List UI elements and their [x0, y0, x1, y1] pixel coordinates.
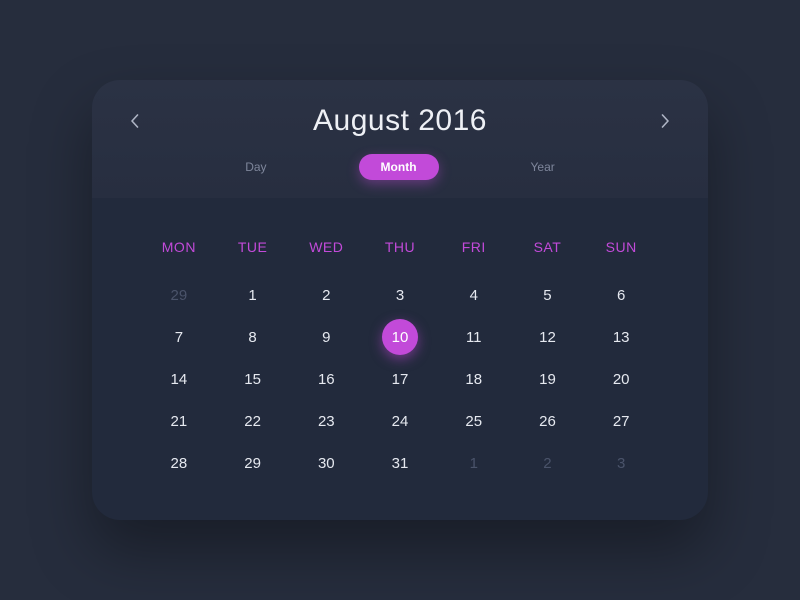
day-cell[interactable]: 19	[511, 358, 585, 400]
day-number: 6	[617, 287, 625, 304]
day-number: 29	[171, 287, 188, 304]
day-number: 9	[322, 329, 330, 346]
weekday-label: WED	[289, 226, 363, 268]
day-cell[interactable]: 31	[363, 442, 437, 484]
month-year-title: August 2016	[313, 104, 487, 138]
day-cell[interactable]: 17	[363, 358, 437, 400]
day-cell[interactable]: 1	[437, 442, 511, 484]
day-number: 3	[396, 287, 404, 304]
weekday-row: MON TUE WED THU FRI SAT SUN	[142, 226, 658, 274]
day-cell[interactable]: 29	[216, 442, 290, 484]
chevron-right-icon	[661, 114, 670, 128]
day-cell[interactable]: 18	[437, 358, 511, 400]
day-cell[interactable]: 15	[216, 358, 290, 400]
day-cell[interactable]: 22	[216, 400, 290, 442]
day-cell[interactable]: 7	[142, 316, 216, 358]
day-number: 19	[539, 371, 556, 388]
day-number: 26	[539, 413, 556, 430]
day-cell[interactable]: 9	[289, 316, 363, 358]
weekday-label: TUE	[216, 226, 290, 268]
view-tabs: Day Month Year	[120, 154, 680, 180]
day-number: 5	[543, 287, 551, 304]
day-number: 27	[613, 413, 630, 430]
day-number: 3	[617, 455, 625, 472]
day-cell[interactable]: 27	[584, 400, 658, 442]
week-row: 7 8 9 10 11 12 13	[142, 316, 658, 358]
day-number: 16	[318, 371, 335, 388]
day-number: 15	[244, 371, 261, 388]
title-row: August 2016	[120, 104, 680, 138]
day-number: 20	[613, 371, 630, 388]
day-number: 2	[322, 287, 330, 304]
day-cell[interactable]: 3	[584, 442, 658, 484]
day-number: 12	[539, 329, 556, 346]
weekday-label: THU	[363, 226, 437, 268]
day-cell[interactable]: 2	[511, 442, 585, 484]
day-cell[interactable]: 23	[289, 400, 363, 442]
day-cell[interactable]: 21	[142, 400, 216, 442]
day-cell[interactable]: 13	[584, 316, 658, 358]
day-number: 7	[175, 329, 183, 346]
day-cell[interactable]: 26	[511, 400, 585, 442]
week-row: 14 15 16 17 18 19 20	[142, 358, 658, 400]
day-cell-selected[interactable]: 10	[363, 316, 437, 358]
calendar-grid: MON TUE WED THU FRI SAT SUN 291234567891…	[92, 198, 708, 520]
day-number: 24	[392, 413, 409, 430]
day-number: 31	[392, 455, 409, 472]
day-cell[interactable]: 1	[216, 274, 290, 316]
day-number: 25	[465, 413, 482, 430]
day-number: 21	[171, 413, 188, 430]
day-cell[interactable]: 29	[142, 274, 216, 316]
day-cell[interactable]: 11	[437, 316, 511, 358]
weekday-label: SAT	[511, 226, 585, 268]
weekday-label: MON	[142, 226, 216, 268]
day-cell[interactable]: 14	[142, 358, 216, 400]
day-cell[interactable]: 4	[437, 274, 511, 316]
day-number: 1	[248, 287, 256, 304]
day-number: 18	[465, 371, 482, 388]
day-number: 4	[470, 287, 478, 304]
day-cell[interactable]: 3	[363, 274, 437, 316]
calendar-header: August 2016 Day Month Year	[92, 80, 708, 198]
day-number: 10	[382, 319, 418, 355]
day-number: 30	[318, 455, 335, 472]
day-cell[interactable]: 25	[437, 400, 511, 442]
calendar-card: August 2016 Day Month Year MON TUE WED T…	[92, 80, 708, 520]
chevron-left-icon	[130, 114, 139, 128]
day-number: 23	[318, 413, 335, 430]
day-number: 14	[171, 371, 188, 388]
day-number: 11	[466, 329, 482, 346]
day-cell[interactable]: 12	[511, 316, 585, 358]
day-cell[interactable]: 16	[289, 358, 363, 400]
day-number: 1	[470, 455, 478, 472]
week-row: 21 22 23 24 25 26 27	[142, 400, 658, 442]
day-number: 29	[244, 455, 261, 472]
day-cell[interactable]: 5	[511, 274, 585, 316]
day-number: 8	[248, 329, 256, 346]
weekday-label: FRI	[437, 226, 511, 268]
day-cell[interactable]: 24	[363, 400, 437, 442]
tab-month[interactable]: Month	[359, 154, 439, 180]
day-cell[interactable]: 6	[584, 274, 658, 316]
weekday-label: SUN	[584, 226, 658, 268]
next-month-button[interactable]	[652, 107, 680, 135]
day-cell[interactable]: 20	[584, 358, 658, 400]
day-number: 17	[392, 371, 409, 388]
week-row: 28 29 30 31 1 2 3	[142, 442, 658, 484]
day-number: 2	[543, 455, 551, 472]
week-row: 29 1 2 3 4 5 6	[142, 274, 658, 316]
day-number: 13	[613, 329, 630, 346]
day-cell[interactable]: 30	[289, 442, 363, 484]
day-cell[interactable]: 28	[142, 442, 216, 484]
day-number: 28	[171, 455, 188, 472]
day-cell[interactable]: 2	[289, 274, 363, 316]
tab-year[interactable]: Year	[509, 154, 577, 180]
day-number: 22	[244, 413, 261, 430]
tab-day[interactable]: Day	[223, 154, 288, 180]
day-cell[interactable]: 8	[216, 316, 290, 358]
prev-month-button[interactable]	[120, 107, 148, 135]
